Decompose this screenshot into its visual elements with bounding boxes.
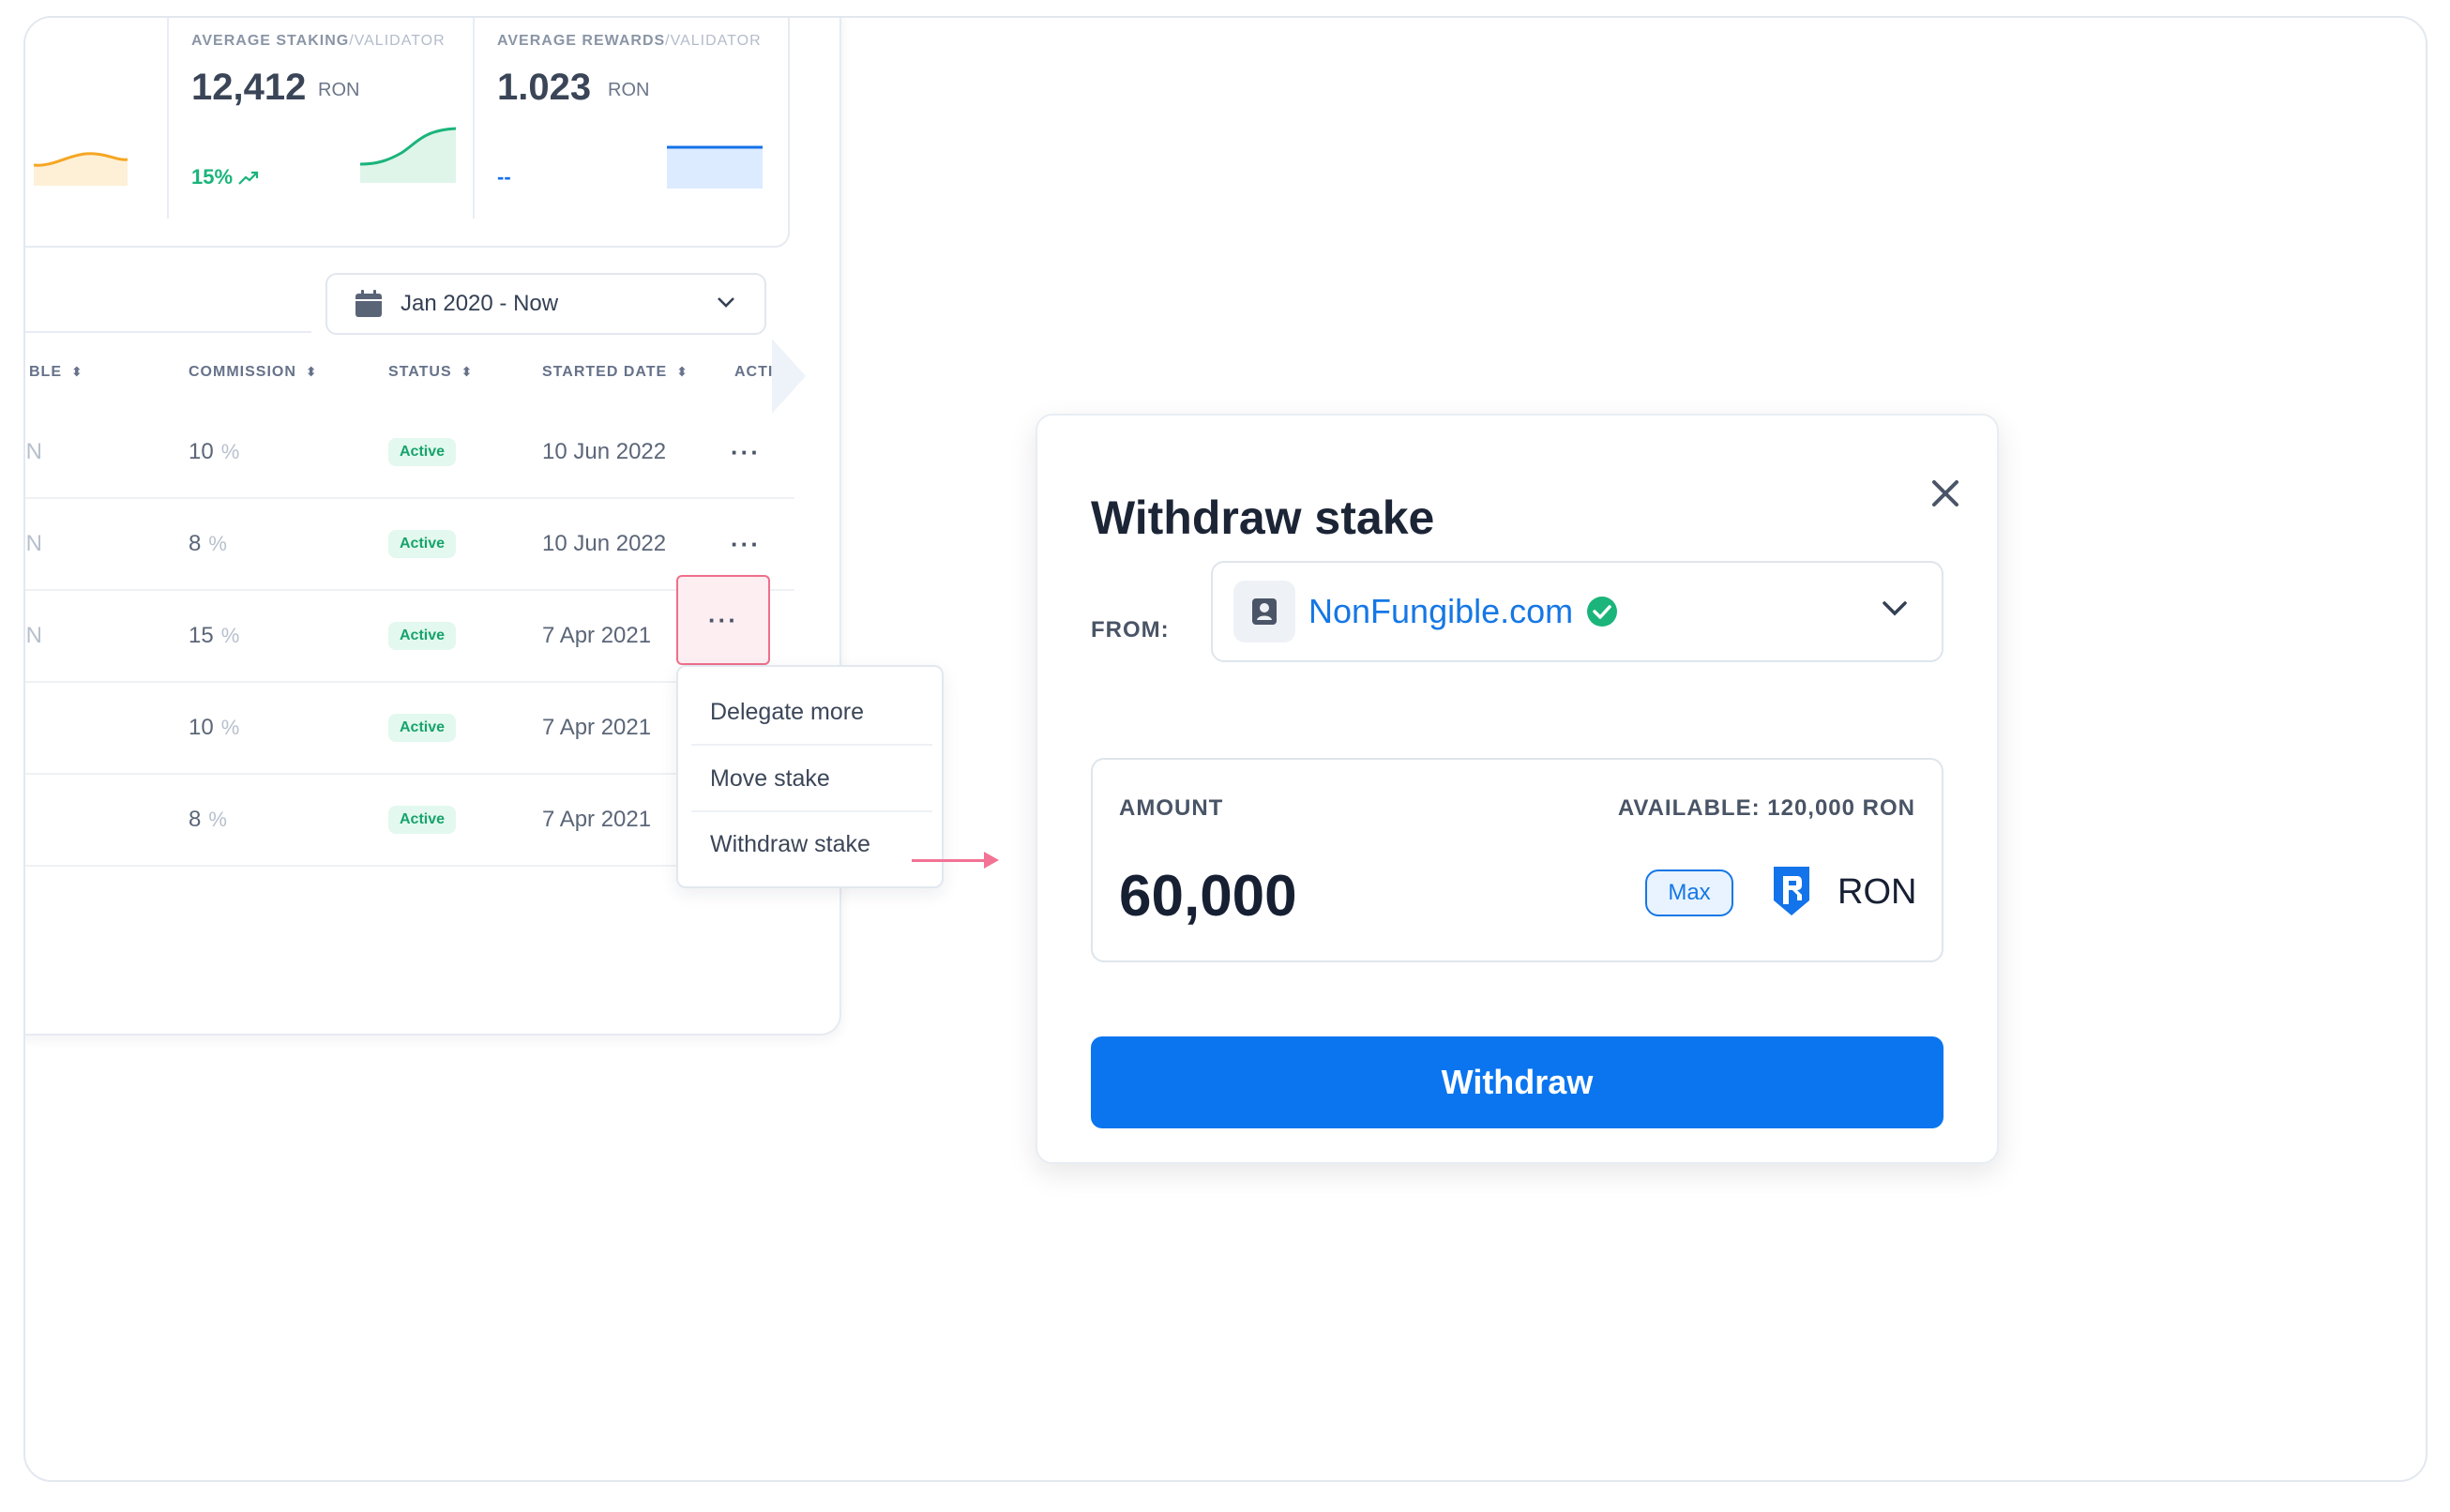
staking-value: 12,412 [191, 67, 307, 108]
cell-amount: ON [25, 623, 42, 648]
rewards-sparkline [667, 145, 763, 189]
cell-amount: N [23, 775, 24, 865]
app-window: AVERAGE STAKING/VALIDATOR 12,412 RON 15%… [23, 16, 2427, 1482]
validator-name: NonFungible.com [1308, 592, 1574, 630]
status-badge: Active [388, 714, 457, 742]
table-row: ON 10% Active 10 Jun 2022 ··· [25, 407, 794, 499]
status-badge: Active [388, 806, 457, 834]
from-label: FROM: [1091, 617, 1170, 643]
max-button[interactable]: Max [1645, 869, 1733, 916]
rewards-label: AVERAGE REWARDS/VALIDATOR [497, 33, 762, 49]
sparkline-chart [34, 152, 128, 186]
rewards-value: 1.023 [497, 67, 592, 108]
panel-notch [772, 339, 806, 414]
amount-label: AMOUNT [1119, 795, 1224, 821]
cell-commission: 8% [189, 807, 227, 832]
amount-input-box[interactable]: AMOUNT AVAILABLE: 120,000 RON 60,000 Max… [1091, 758, 1943, 962]
column-header-started-date[interactable]: STARTED DATE ⬍ [542, 364, 688, 381]
token-symbol: RON [1838, 872, 1917, 912]
row-action-button[interactable]: ··· [731, 407, 761, 497]
menu-item-move-stake[interactable]: Move stake [710, 765, 830, 793]
cell-started-date: 10 Jun 2022 [542, 439, 667, 464]
cell-amount: ON [25, 531, 42, 556]
date-range-label: Jan 2020 - Now [401, 291, 559, 316]
cell-status: Active [388, 591, 457, 681]
amount-input[interactable]: 60,000 [1119, 863, 1297, 930]
date-range-picker[interactable]: Jan 2020 - Now [325, 273, 766, 335]
more-icon: ··· [708, 605, 738, 634]
contact-icon [1252, 598, 1277, 625]
column-header-status[interactable]: STATUS ⬍ [388, 364, 473, 381]
cell-started-date: 7 Apr 2021 [542, 715, 652, 740]
status-badge: Active [388, 438, 457, 466]
annotation-arrow [912, 859, 987, 862]
cell-amount: N [23, 683, 24, 773]
cell-commission: 8% [189, 531, 227, 556]
cell-amount: ON [25, 439, 42, 464]
rewards-unit: RON [608, 80, 650, 100]
search-underline [25, 331, 311, 333]
staking-label: AVERAGE STAKING/VALIDATOR [191, 33, 446, 49]
action-menu: Delegate more Move stake Withdraw stake [676, 665, 944, 888]
divider [473, 18, 475, 219]
status-badge: Active [388, 622, 457, 650]
divider [691, 744, 932, 746]
column-header-stakeable[interactable]: BLE ⬍ [29, 364, 83, 381]
cell-status: Active [388, 775, 457, 865]
available-balance: AVAILABLE: 120,000 RON [1617, 795, 1915, 821]
status-badge: Active [388, 530, 457, 558]
validator-avatar [1233, 581, 1295, 643]
modal-title: Withdraw stake [1091, 491, 1435, 544]
close-icon[interactable] [1927, 475, 1964, 512]
cell-commission: 15% [189, 623, 240, 648]
stats-card: AVERAGE STAKING/VALIDATOR 12,412 RON 15%… [25, 18, 790, 248]
cell-commission: 10% [189, 715, 240, 740]
verified-check-icon [1587, 597, 1618, 627]
staking-trend: 15% [191, 165, 259, 189]
cell-status: Active [388, 499, 457, 589]
arrow-head-icon [984, 852, 999, 869]
divider [691, 810, 932, 812]
rewards-trend: -- [497, 165, 511, 189]
cell-status: Active [388, 683, 457, 773]
menu-item-withdraw-stake[interactable]: Withdraw stake [710, 831, 870, 858]
validators-panel: AVERAGE STAKING/VALIDATOR 12,412 RON 15%… [23, 18, 944, 1036]
cell-started-date: 7 Apr 2021 [542, 623, 652, 648]
staking-unit: RON [318, 80, 360, 100]
column-header-commission[interactable]: COMMISSION ⬍ [189, 364, 318, 381]
chevron-down-icon [718, 297, 734, 308]
cell-commission: 10% [189, 439, 240, 464]
validator-select[interactable]: NonFungible.com [1211, 561, 1943, 662]
cell-started-date: 7 Apr 2021 [542, 807, 652, 832]
divider [167, 18, 169, 219]
chevron-down-icon [1883, 601, 1907, 616]
ron-token-icon [1774, 867, 1809, 915]
cell-started-date: 10 Jun 2022 [542, 531, 667, 556]
trending-up-icon [238, 172, 259, 185]
withdraw-button[interactable]: Withdraw [1091, 1036, 1943, 1128]
row-action-button-active[interactable]: ··· [676, 575, 770, 665]
calendar-icon [355, 290, 382, 317]
menu-item-delegate-more[interactable]: Delegate more [710, 699, 864, 726]
withdraw-stake-modal: Withdraw stake FROM: NonFungible.com AMO… [1036, 414, 1999, 1164]
cell-status: Active [388, 407, 457, 497]
staking-sparkline [360, 127, 456, 183]
